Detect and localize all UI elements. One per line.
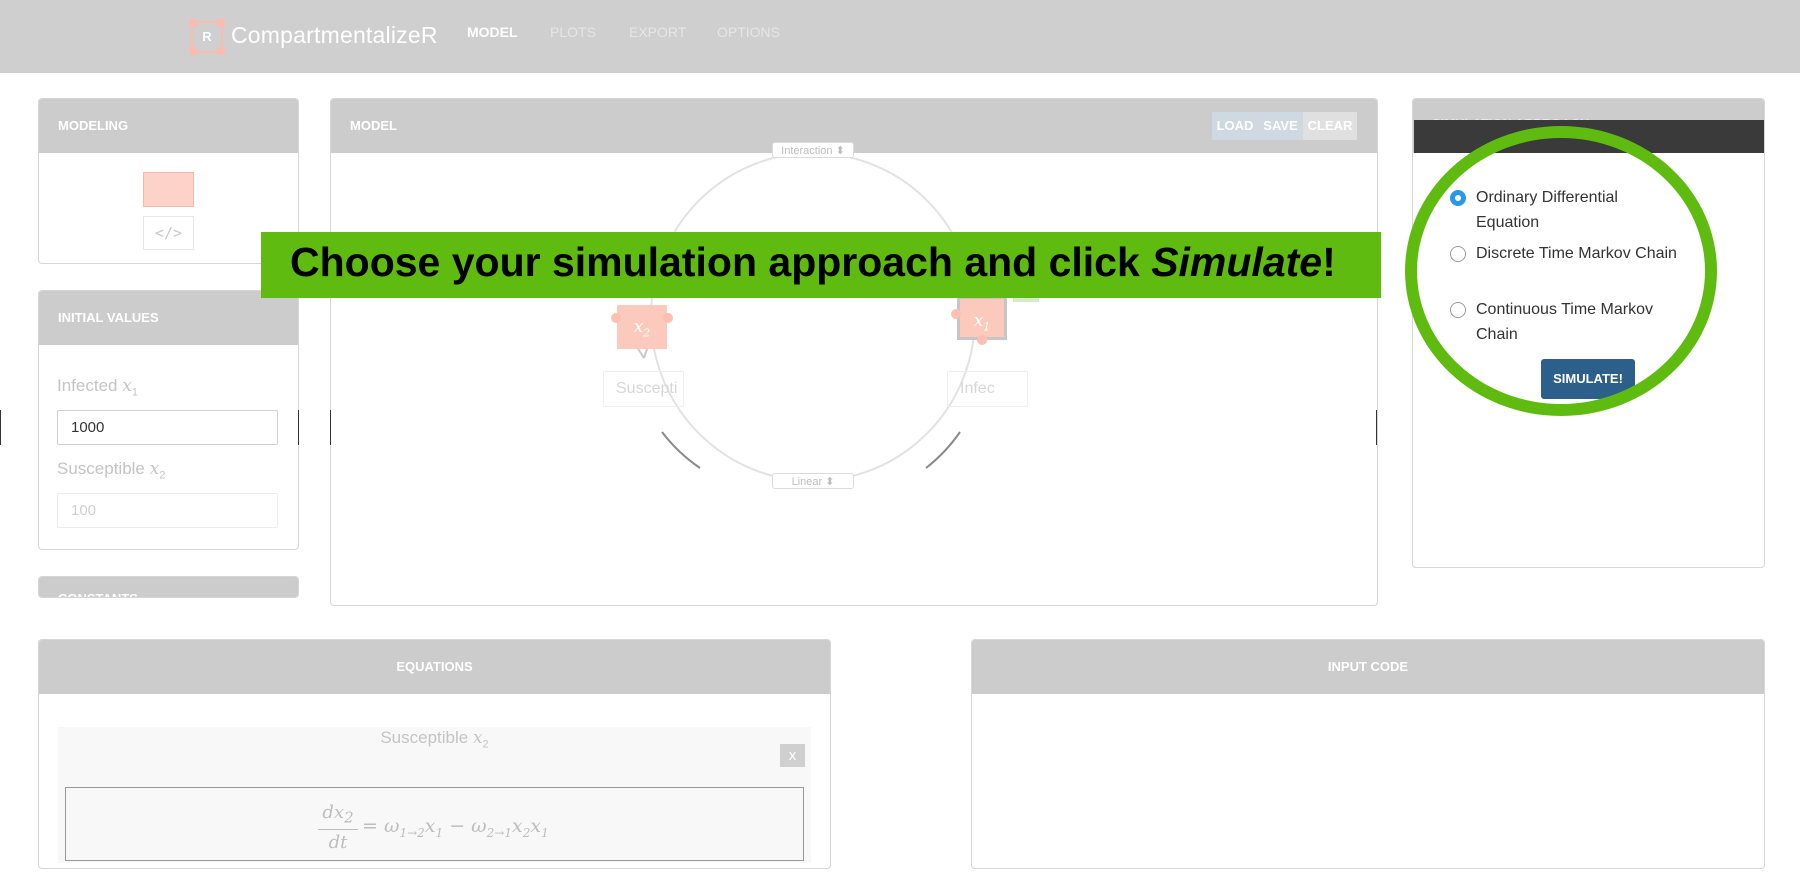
input-code-panel: INPUT CODE	[971, 639, 1765, 869]
connector-dot[interactable]	[951, 309, 961, 319]
equation-card-label: Susceptible x2	[380, 728, 489, 751]
connector-dot[interactable]	[611, 313, 621, 323]
instruction-banner-text: Choose your simulation approach and clic…	[290, 239, 1336, 285]
edge-marker	[298, 410, 299, 445]
highlight-circle	[1405, 126, 1717, 416]
derivative-fraction: dx2 dt	[318, 802, 358, 853]
edge-marker	[330, 410, 331, 445]
compartment-name-input-x2[interactable]: Suscepti	[603, 371, 684, 407]
edge-marker	[1376, 410, 1377, 445]
input-code-title: INPUT CODE	[972, 640, 1764, 694]
interaction-select[interactable]: Interaction ⬍	[772, 142, 854, 158]
compartment-x1[interactable]: x1	[957, 296, 1007, 340]
compartment-x2[interactable]: x2	[617, 305, 667, 349]
close-equation-button[interactable]: x	[780, 744, 805, 767]
equation-rhs: = ω1→2x1 − ω2→1x2x1	[362, 815, 549, 840]
connector-dot[interactable]	[977, 335, 987, 345]
equations-title: EQUATIONS	[39, 640, 830, 694]
connector-dot[interactable]	[663, 313, 673, 323]
compartment-name-input-x1[interactable]: Infec	[947, 371, 1028, 407]
edge-marker	[0, 410, 1, 445]
linear-select[interactable]: Linear ⬍	[772, 473, 854, 489]
